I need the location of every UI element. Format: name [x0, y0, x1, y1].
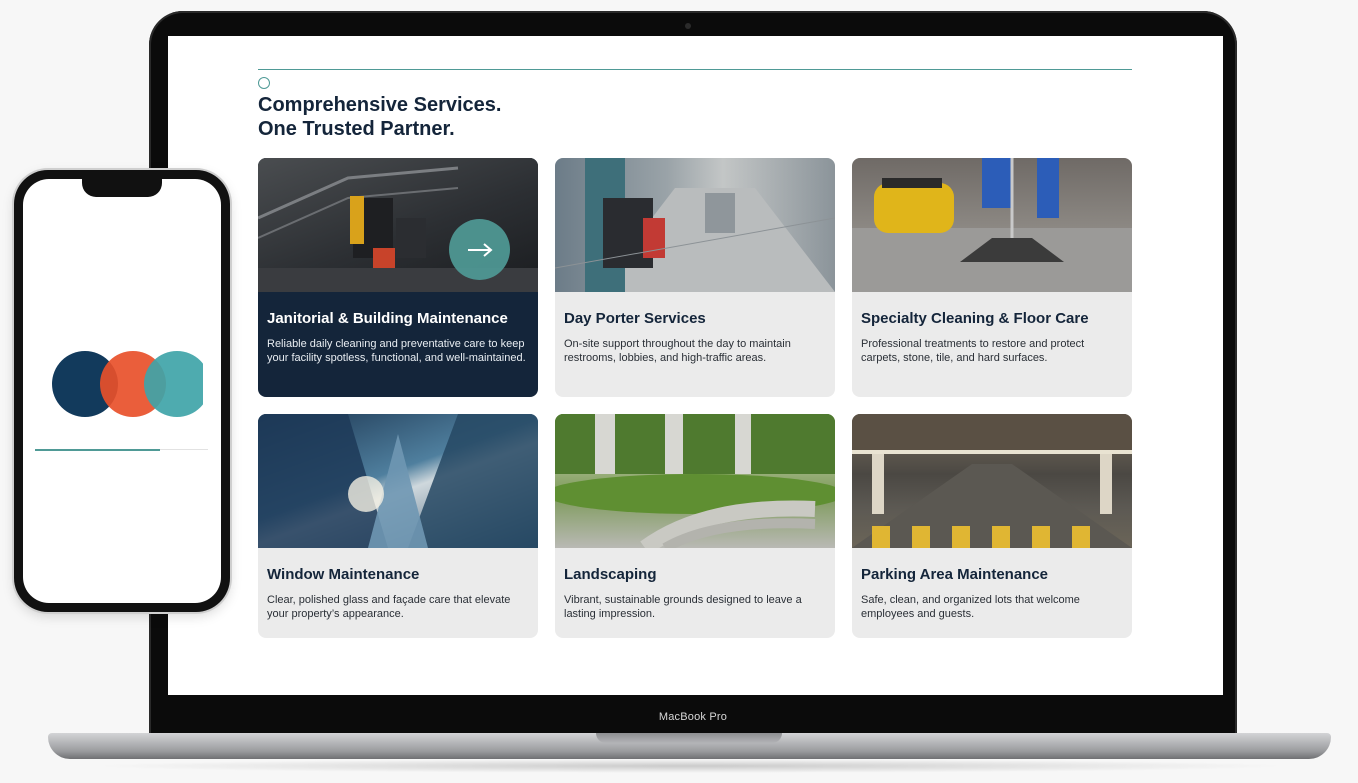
service-description: Vibrant, sustainable grounds designed to…: [564, 594, 802, 620]
specialty-cleaning-image: [852, 158, 1132, 292]
services-grid: Janitorial & Building Maintenance Reliab…: [258, 158, 1132, 638]
service-card-day-porter[interactable]: Day Porter Services On-site support thro…: [555, 158, 835, 397]
service-title: Parking Area Maintenance: [861, 566, 1049, 583]
service-title: Specialty Cleaning & Floor Care: [861, 310, 1089, 327]
service-description: Reliable daily cleaning and preventative…: [267, 338, 526, 364]
service-title: Day Porter Services: [564, 310, 706, 327]
landscaping-illustration: [555, 414, 835, 548]
circle-marker-icon: [258, 77, 270, 89]
service-card-landscaping[interactable]: Landscaping Vibrant, sustainable grounds…: [555, 414, 835, 638]
camera-icon: [685, 23, 691, 29]
section-divider: [258, 69, 1132, 70]
service-description: On-site support throughout the day to ma…: [564, 338, 791, 364]
service-title: Janitorial & Building Maintenance: [267, 310, 508, 327]
day-porter-illustration: [555, 158, 835, 292]
service-card-janitorial[interactable]: Janitorial & Building Maintenance Reliab…: [258, 158, 538, 397]
service-card-parking[interactable]: Parking Area Maintenance Safe, clean, an…: [852, 414, 1132, 638]
laptop-brand-label: MacBook Pro: [658, 711, 728, 723]
specialty-cleaning-illustration: [852, 158, 1132, 292]
landscaping-image: [555, 414, 835, 548]
phone-notch: [82, 179, 162, 197]
section-heading: Comprehensive Services. One Trusted Part…: [258, 93, 501, 141]
phone-frame: [14, 170, 230, 612]
window-maintenance-image: [258, 414, 538, 548]
parking-area-image: [852, 414, 1132, 548]
heading-line-2: One Trusted Partner.: [258, 118, 455, 140]
heading-line-1: Comprehensive Services.: [258, 94, 502, 116]
service-title: Window Maintenance: [267, 566, 420, 583]
janitorial-image: [258, 158, 538, 292]
service-description: Professional treatments to restore and p…: [861, 338, 1085, 364]
service-title: Landscaping: [564, 566, 657, 583]
service-card-specialty-cleaning[interactable]: Specialty Cleaning & Floor Care Professi…: [852, 158, 1132, 397]
window-illustration: [258, 414, 538, 548]
laptop-base-notch: [596, 733, 782, 743]
loading-progress-bar: [35, 448, 208, 451]
laptop-screen: Comprehensive Services. One Trusted Part…: [168, 36, 1223, 695]
brand-logo-icon: [52, 351, 203, 417]
service-description: Clear, polished glass and façade care th…: [267, 594, 511, 620]
loading-progress-fill: [35, 448, 160, 451]
parking-illustration: [852, 414, 1132, 548]
phone-screen: [23, 179, 221, 603]
laptop-shadow: [90, 759, 1290, 773]
day-porter-image: [555, 158, 835, 292]
laptop-base: [48, 733, 1331, 759]
arrow-right-icon: [467, 242, 493, 257]
service-card-window[interactable]: Window Maintenance Clear, polished glass…: [258, 414, 538, 638]
card-arrow-button[interactable]: [449, 219, 510, 280]
service-description: Safe, clean, and organized lots that wel…: [861, 594, 1080, 620]
laptop-frame: Comprehensive Services. One Trusted Part…: [149, 11, 1237, 739]
